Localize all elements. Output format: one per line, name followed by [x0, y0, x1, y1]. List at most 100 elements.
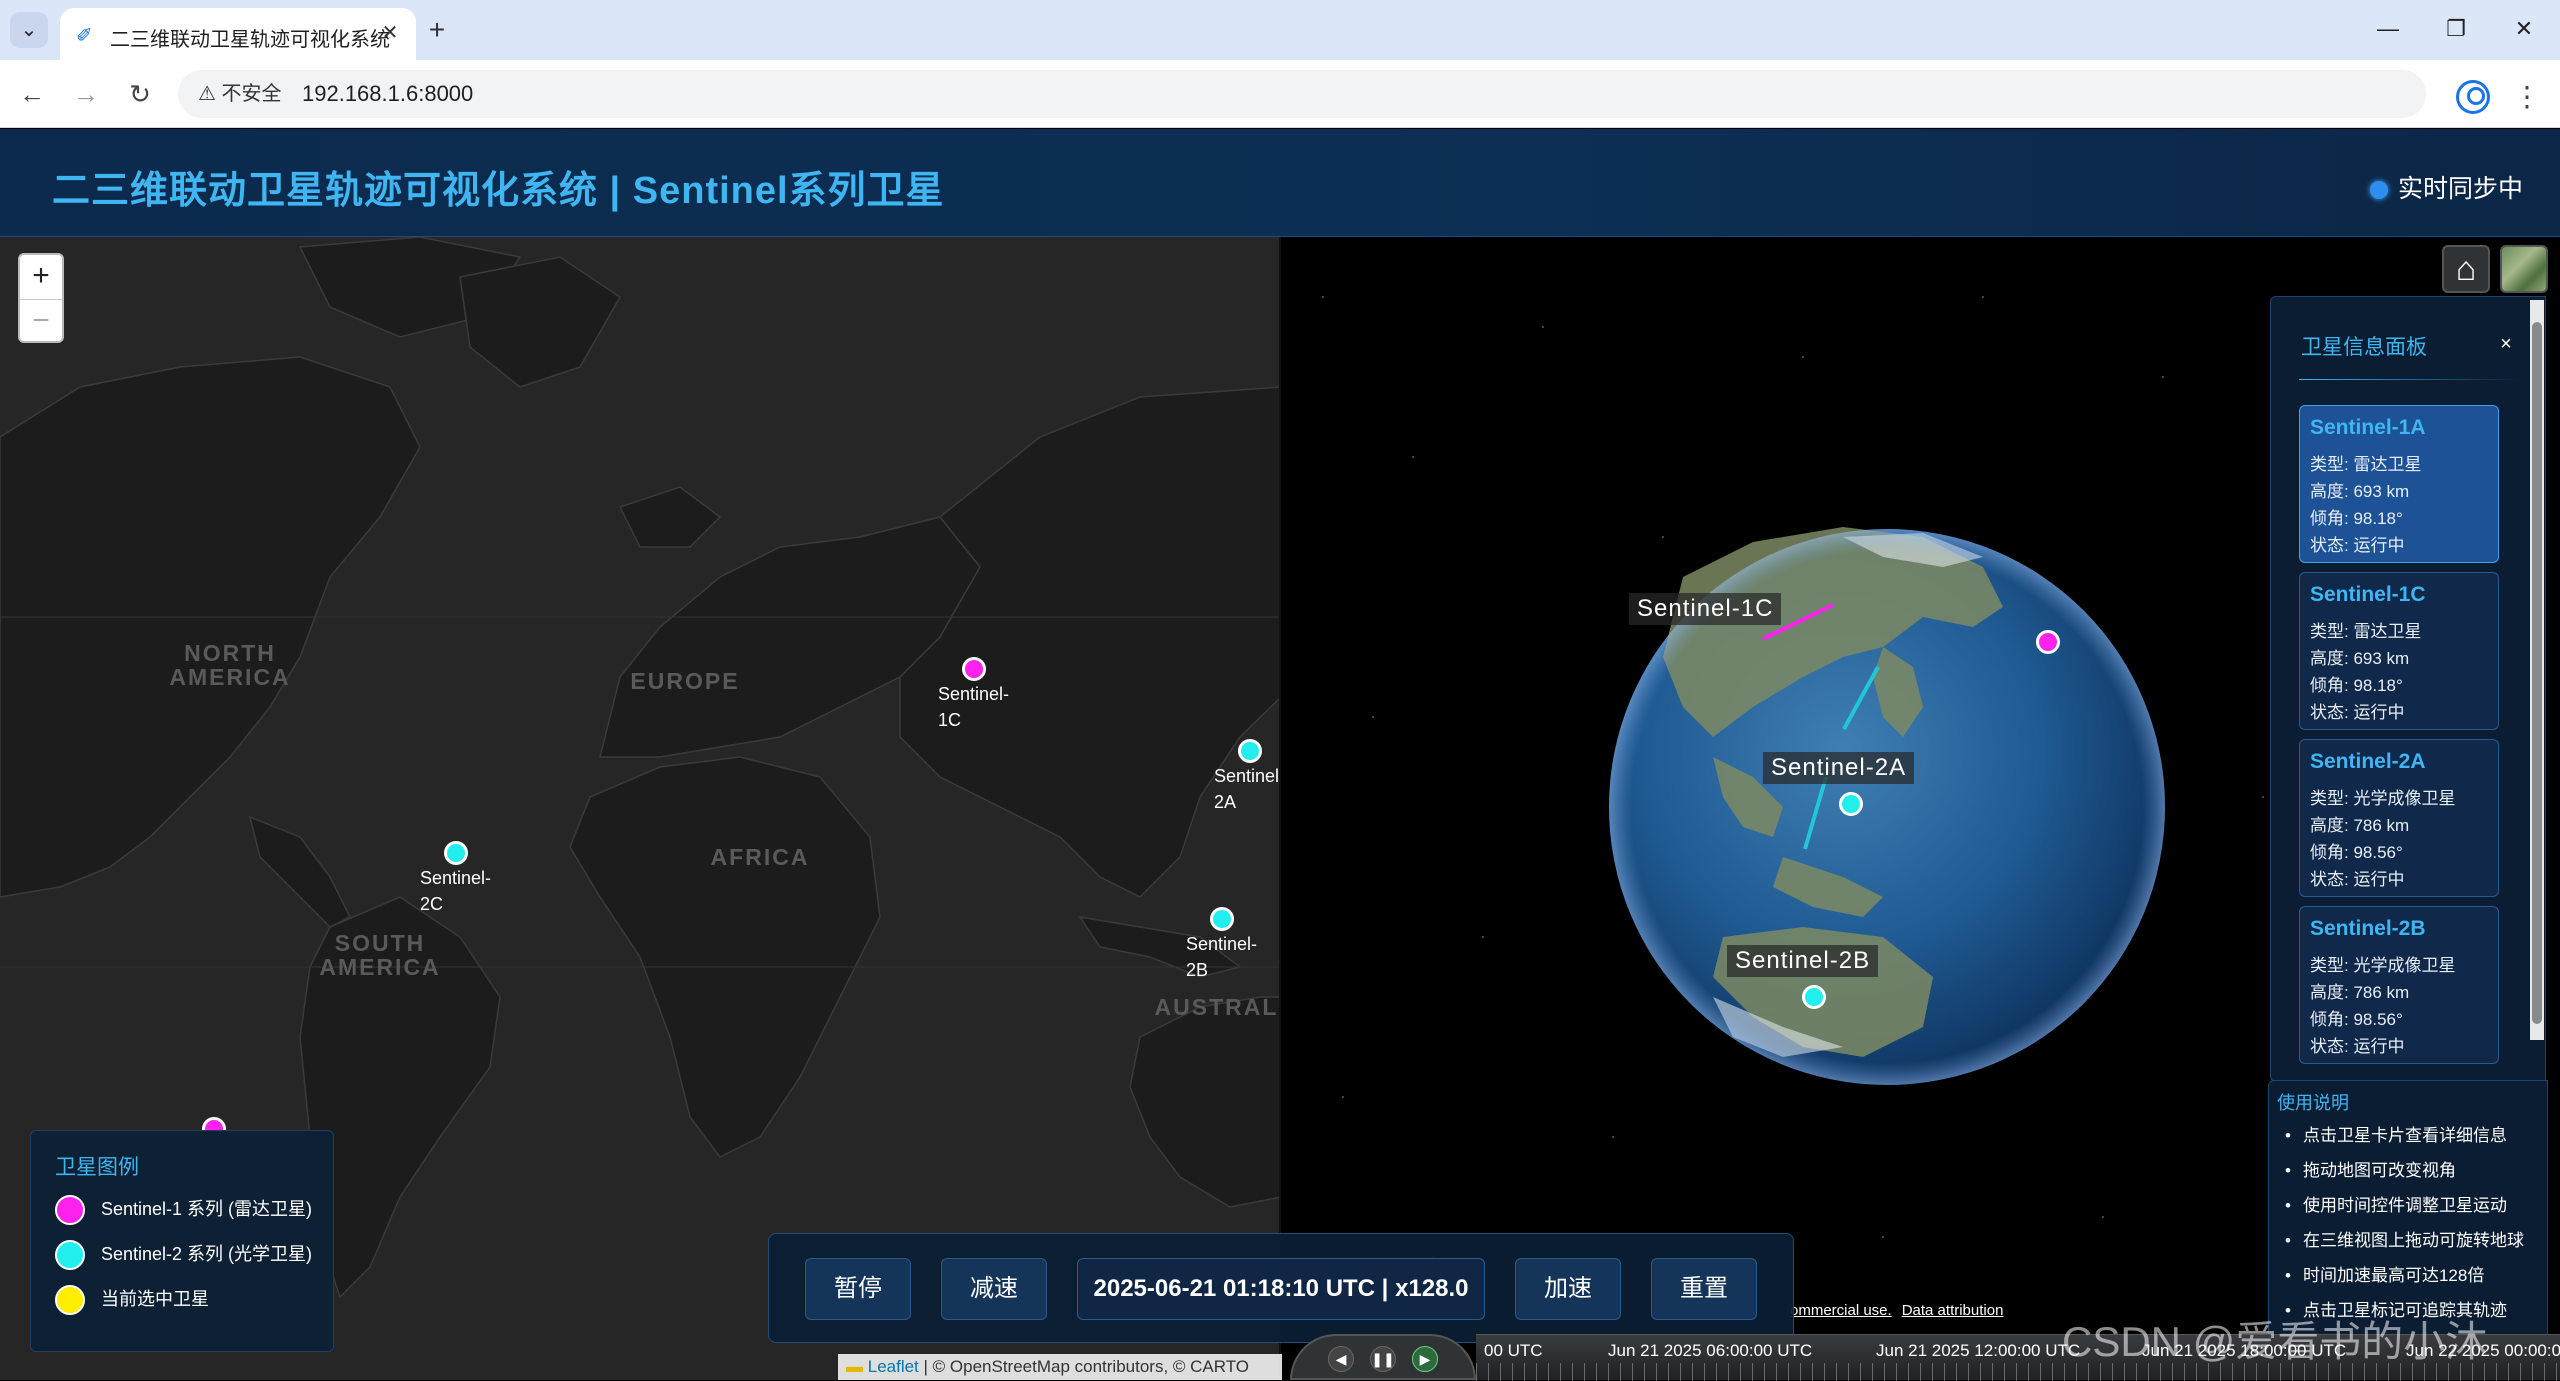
sat3d-label-sentinel-2a: Sentinel-2A [1763, 752, 1915, 784]
label-australia: AUSTRALIA [1154, 994, 1279, 1020]
faster-button[interactable]: 加速 [1515, 1258, 1621, 1320]
forward-arrow-icon[interactable]: → [68, 76, 104, 112]
play-forward-icon[interactable]: ▶ [1412, 1346, 1438, 1372]
card-inclination: 倾角: 98.56° [2310, 843, 2403, 862]
play-reverse-icon[interactable]: ◀ [1328, 1346, 1354, 1372]
label-europe: EUROPE [630, 668, 740, 694]
browser-tab[interactable]: ✐ 二三维联动卫星轨迹可视化系统 ✕ [60, 8, 416, 60]
legend-item-sentinel-2: Sentinel-2 系列 (光学卫星) [55, 1239, 312, 1271]
card-altitude: 高度: 693 km [2310, 482, 2410, 501]
globe-home-button[interactable]: ⌂ [2442, 245, 2490, 293]
help-item: 时间加速最高可达128倍 [2285, 1261, 2484, 1286]
page-title: 二三维联动卫星轨迹可视化系统 | Sentinel系列卫星 [52, 170, 945, 212]
sat-label-sentinel-2b: Sentinel-2B [1186, 934, 1258, 980]
zoom-out-button[interactable]: − [20, 299, 62, 343]
help-item: 点击卫星卡片查看详细信息 [2285, 1121, 2507, 1146]
sync-status: 实时同步中 [2370, 169, 2523, 205]
card-altitude: 高度: 693 km [2310, 649, 2410, 668]
card-name: Sentinel-1A [2310, 416, 2426, 439]
browser-toolbar: ← → ↻ ⚠ 不安全 192.168.1.6:8000 ☆ [0, 60, 2560, 128]
card-inclination: 倾角: 98.56° [2310, 1010, 2403, 1029]
sat3d-marker-sentinel-1c[interactable] [2036, 630, 2060, 654]
card-altitude: 高度: 786 km [2310, 983, 2410, 1002]
sat3d-marker-sentinel-2a[interactable] [1839, 792, 1863, 816]
profile-avatar-icon[interactable] [2456, 80, 2490, 114]
sat3d-marker-sentinel-2b[interactable] [1802, 985, 1826, 1009]
card-status: 状态: 运行中 [2310, 703, 2405, 722]
sat-marker-sentinel-2b[interactable] [1210, 907, 1234, 931]
panel-divider [2299, 379, 2519, 380]
timeline-label: 00 UTC [1484, 1341, 1543, 1360]
pause-icon[interactable]: ❚❚ [1370, 1346, 1396, 1372]
warning-triangle-icon: ⚠ [198, 83, 222, 105]
zoom-control: + − [18, 253, 64, 343]
slower-button[interactable]: 减速 [941, 1258, 1047, 1320]
commercial-use-link[interactable]: ommercial use. [1790, 1302, 1892, 1319]
close-tab-icon[interactable]: ✕ [376, 19, 404, 47]
card-name: Sentinel-2B [2310, 917, 2426, 940]
url-text[interactable]: 192.168.1.6:8000 [302, 81, 473, 107]
card-name: Sentinel-2A [2310, 750, 2426, 773]
card-altitude: 高度: 786 km [2310, 816, 2410, 835]
scrollbar-thumb[interactable] [2532, 322, 2542, 1024]
zoom-in-button[interactable]: + [20, 255, 62, 299]
card-status: 状态: 运行中 [2310, 536, 2405, 555]
label-africa: AFRICA [710, 844, 810, 870]
minimize-window-button[interactable]: — [2364, 12, 2412, 46]
card-type: 类型: 光学成像卫星 [2310, 789, 2456, 808]
satellite-card-sentinel-2b[interactable]: Sentinel-2B 类型: 光学成像卫星 高度: 786 km 倾角: 98… [2299, 906, 2499, 1064]
satellite-card-sentinel-1c[interactable]: Sentinel-1C 类型: 雷达卫星 高度: 693 km 倾角: 98.1… [2299, 572, 2499, 730]
panel-title: 卫星信息面板 [2301, 336, 2427, 359]
back-arrow-icon[interactable]: ← [14, 76, 50, 112]
data-attribution-link[interactable]: Data attribution [1902, 1302, 2004, 1319]
satellite-card-sentinel-2a[interactable]: Sentinel-2A 类型: 光学成像卫星 高度: 786 km 倾角: 98… [2299, 739, 2499, 897]
legend-swatch [55, 1195, 85, 1226]
legend-swatch [55, 1240, 85, 1271]
close-window-button[interactable]: ✕ [2500, 12, 2548, 46]
card-type: 类型: 光学成像卫星 [2310, 956, 2456, 975]
label-north-america: NORTH AMERICA [169, 640, 291, 690]
tab-search-dropdown[interactable]: ⌄ [10, 12, 48, 48]
pause-button[interactable]: 暂停 [805, 1258, 911, 1320]
card-status: 状态: 运行中 [2310, 870, 2405, 889]
sync-dot-icon [2370, 181, 2388, 199]
sat-marker-sentinel-2c[interactable] [444, 841, 468, 865]
satellite-card-sentinel-1a[interactable]: Sentinel-1A 类型: 雷达卫星 高度: 693 km 倾角: 98.1… [2299, 405, 2499, 563]
legend-item-sentinel-1: Sentinel-1 系列 (雷达卫星) [55, 1194, 312, 1226]
satellite-legend: 卫星图例 Sentinel-1 系列 (雷达卫星) Sentinel-2 系列 … [30, 1130, 334, 1352]
address-bar[interactable]: ⚠ 不安全 192.168.1.6:8000 ☆ [178, 70, 2426, 118]
restore-window-button[interactable]: ❐ [2432, 12, 2480, 46]
sat3d-label-sentinel-2b: Sentinel-2B [1727, 945, 1879, 977]
watermark: CSDN @爱看书的小沐 [2062, 1318, 2488, 1365]
sat-label-sentinel-2c: Sentinel-2C [420, 868, 492, 914]
leaflet-link[interactable]: Leaflet [868, 1357, 919, 1376]
sat-marker-sentinel-2a[interactable] [1238, 739, 1262, 763]
satellite-info-panel: 卫星信息面板 × Sentinel-1A 类型: 雷达卫星 高度: 693 km… [2270, 296, 2546, 1082]
app-header: 二三维联动卫星轨迹可视化系统 | Sentinel系列卫星 实时同步中 [0, 129, 2560, 237]
security-warning[interactable]: ⚠ 不安全 [192, 80, 294, 108]
app-favicon-icon: ✐ [76, 25, 93, 47]
time-control-bar: 暂停 减速 2025-06-21 01:18:10 UTC | x128.0 加… [768, 1233, 1794, 1343]
animation-widget: ◀ ❚❚ ▶ [1290, 1334, 1476, 1380]
panel-close-button[interactable]: × [2491, 329, 2521, 359]
help-item: 拖动地图可改变视角 [2285, 1156, 2456, 1181]
help-item: 使用时间控件调整卫星运动 [2285, 1191, 2507, 1216]
legend-item-selected: 当前选中卫星 [55, 1284, 209, 1316]
help-title: 使用说明 [2277, 1093, 2349, 1113]
card-inclination: 倾角: 98.18° [2310, 509, 2403, 528]
reload-icon[interactable]: ↻ [122, 76, 158, 112]
new-tab-button[interactable]: + [420, 14, 454, 48]
card-inclination: 倾角: 98.18° [2310, 676, 2403, 695]
browser-tab-strip: ⌄ ✐ 二三维联动卫星轨迹可视化系统 ✕ + — ❐ ✕ [0, 0, 2560, 60]
sat-label-sentinel-2a: Sentinel-2A [1214, 766, 1281, 812]
sat-marker-sentinel-1c[interactable] [962, 657, 986, 681]
browser-menu-icon[interactable]: ⋮ [2512, 78, 2542, 116]
sat-label-sentinel-1c: Sentinel-1C [938, 684, 1010, 730]
reset-button[interactable]: 重置 [1651, 1258, 1757, 1320]
base-layer-picker-button[interactable] [2500, 245, 2548, 293]
help-item: 在三维视图上拖动可旋转地球 [2285, 1226, 2524, 1251]
panel-scrollbar[interactable] [2530, 300, 2544, 1040]
timeline-label: Jun 21 2025 12:00:00 UTC [1876, 1341, 2081, 1360]
home-icon: ⌂ [2455, 250, 2477, 288]
globe-attribution: ommercial use. Data attribution [1790, 1302, 2013, 1319]
